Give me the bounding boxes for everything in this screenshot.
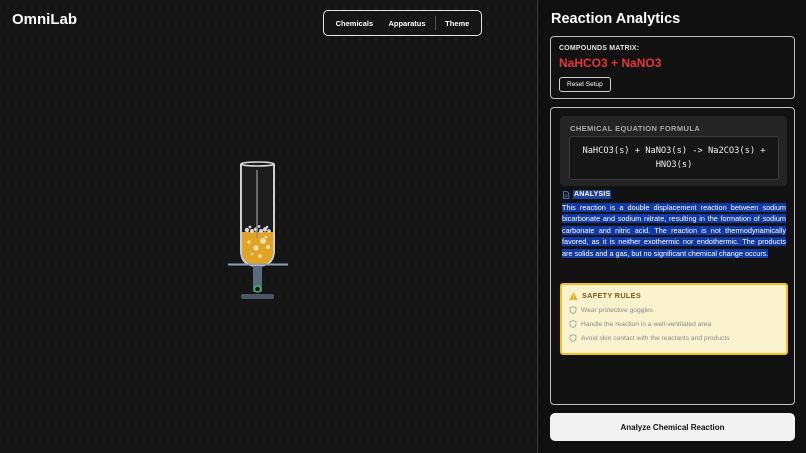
nav-chemicals[interactable]: Chemicals: [330, 19, 380, 28]
formula-label: CHEMICAL EQUATION FORMULA: [570, 124, 701, 133]
reaction-details-card: CHEMICAL EQUATION FORMULA NaHCO3(s) + Na…: [550, 107, 795, 405]
status-indicator: [253, 285, 262, 293]
nav-theme[interactable]: Theme: [439, 19, 475, 28]
shield-icon: [569, 306, 577, 314]
analyze-reaction-button[interactable]: Analyze Chemical Reaction: [550, 413, 795, 441]
shield-icon: [569, 320, 577, 328]
formula-section: CHEMICAL EQUATION FORMULA NaHCO3(s) + Na…: [560, 116, 787, 186]
safety-rule-text: Handle the reaction in a well-ventilated…: [581, 320, 712, 328]
top-nav: Chemicals Apparatus Theme: [323, 10, 482, 36]
analysis-header: ANALYSIS: [562, 190, 612, 199]
test-tube-illustration: [228, 161, 288, 299]
reset-setup-button[interactable]: Reset Setup: [559, 77, 611, 92]
shield-icon: [569, 334, 577, 342]
safety-rule: Avoid skin contact with the reactants an…: [569, 334, 730, 342]
document-icon: [563, 190, 570, 199]
compounds-label: COMPOUNDS MATRIX:: [559, 45, 640, 52]
test-tube-apparatus[interactable]: [225, 158, 295, 306]
analytics-panel: Reaction Analytics COMPOUNDS MATRIX: NaH…: [537, 0, 806, 453]
safety-header: SAFETY RULES: [569, 291, 641, 300]
warning-triangle-icon: [569, 291, 578, 300]
nav-apparatus[interactable]: Apparatus: [382, 19, 431, 28]
compounds-card: COMPOUNDS MATRIX: NaHCO3 + NaNO3 Reset S…: [550, 36, 795, 99]
analysis-text-selection: This reaction is a double displacement r…: [562, 203, 786, 258]
nav-divider: [434, 16, 436, 30]
safety-rules-box: SAFETY RULES Wear protective goggles Han…: [560, 283, 788, 355]
stand-base: [241, 294, 274, 299]
analysis-text: This reaction is a double displacement r…: [562, 202, 786, 259]
app-logo: OmniLab: [12, 11, 78, 28]
clamp-bar: [228, 263, 288, 266]
analysis-label: ANALYSIS: [573, 190, 612, 199]
safety-rule: Wear protective goggles: [569, 306, 653, 314]
panel-title: Reaction Analytics: [551, 11, 681, 27]
safety-rule-text: Wear protective goggles: [581, 306, 653, 314]
compounds-value: NaHCO3 + NaNO3: [559, 56, 662, 70]
safety-rule: Handle the reaction in a well-ventilated…: [569, 320, 711, 328]
safety-title: SAFETY RULES: [582, 291, 642, 300]
formula-text: NaHCO3(s) + NaNO3(s) -> Na2CO3(s) + HNO3…: [569, 136, 779, 180]
safety-rule-text: Avoid skin contact with the reactants an…: [581, 334, 730, 342]
